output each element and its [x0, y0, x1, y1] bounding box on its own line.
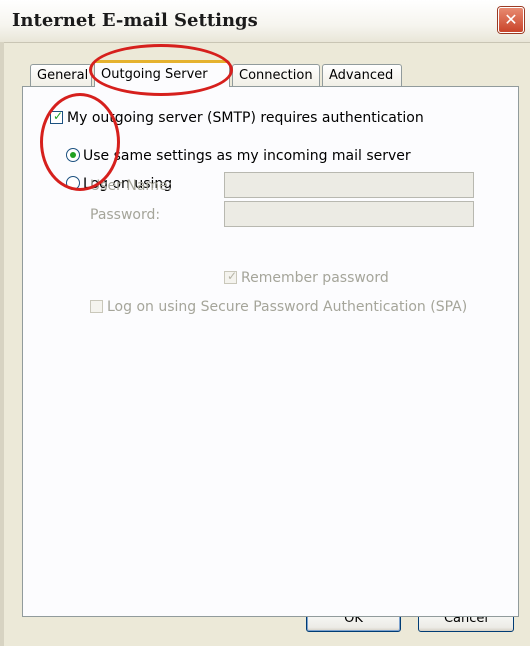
remember-password-row: ✓ Remember password — [224, 269, 389, 286]
smtp-auth-checkbox-row[interactable]: ✓ My outgoing server (SMTP) requires auth… — [50, 109, 424, 126]
tab-panel — [22, 86, 519, 617]
window-title: Internet E-mail Settings — [12, 10, 258, 31]
smtp-auth-checkbox[interactable]: ✓ — [50, 109, 64, 124]
password-field — [224, 201, 474, 227]
spa-checkbox — [90, 300, 103, 313]
close-icon: ✕ — [504, 10, 518, 29]
use-same-settings-label: Use same settings as my incoming mail se… — [83, 148, 411, 164]
smtp-auth-label: My outgoing server (SMTP) requires authe… — [67, 110, 424, 126]
tab-general[interactable]: General — [30, 64, 92, 86]
user-name-label: User Name: — [90, 178, 173, 194]
tab-outgoing-server[interactable]: Outgoing Server — [94, 60, 230, 87]
use-same-settings-radio[interactable] — [66, 148, 80, 162]
remember-password-label: Remember password — [241, 270, 389, 286]
spa-label: Log on using Secure Password Authenticat… — [107, 299, 468, 315]
title-bar[interactable]: Internet E-mail Settings ✕ — [0, 0, 530, 43]
tab-connection[interactable]: Connection — [232, 64, 320, 86]
window-border — [0, 42, 4, 646]
checkmark-icon: ✓ — [53, 109, 64, 123]
log-on-using-radio[interactable] — [66, 176, 80, 190]
checkmark-icon: ✓ — [227, 269, 238, 283]
close-button[interactable]: ✕ — [498, 7, 524, 33]
user-name-field — [224, 172, 474, 198]
radio-dot-icon — [70, 152, 76, 158]
remember-password-checkbox: ✓ — [224, 269, 238, 284]
email-settings-dialog: Internet E-mail Settings ✕ General Outgo… — [0, 0, 530, 646]
use-same-settings-row[interactable]: Use same settings as my incoming mail se… — [66, 148, 411, 164]
user-name-label-wrap: User Name: — [90, 178, 172, 194]
tab-advanced[interactable]: Advanced — [322, 64, 402, 86]
password-label-wrap: Password: — [90, 207, 160, 223]
password-label: Password: — [90, 207, 161, 223]
spa-row: Log on using Secure Password Authenticat… — [90, 299, 467, 315]
